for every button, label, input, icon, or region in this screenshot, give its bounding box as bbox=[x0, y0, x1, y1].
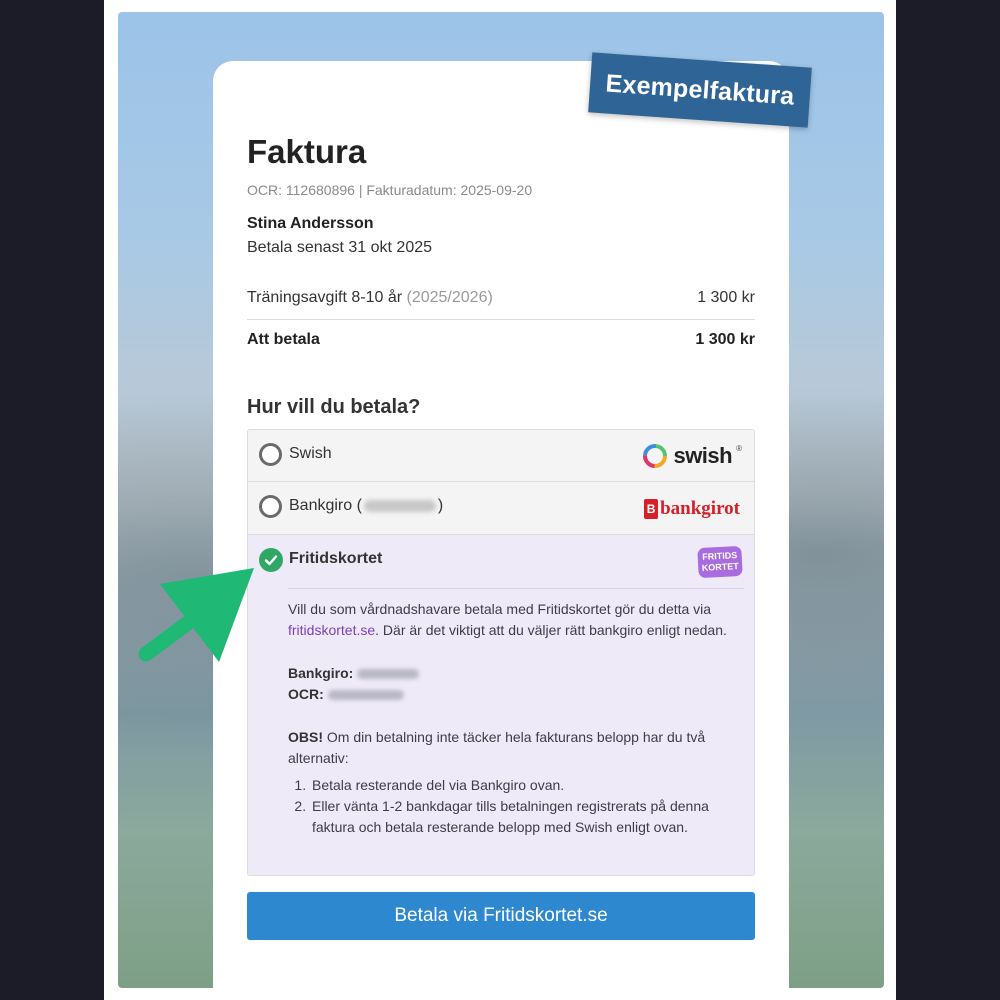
divider bbox=[247, 319, 755, 320]
total-label: Att betala bbox=[247, 331, 320, 348]
line-item-row: Träningsavgift 8-10 år (2025/2026) 1 300… bbox=[247, 289, 755, 307]
option-bankgiro[interactable]: Bankgiro () B bankgirot bbox=[248, 482, 754, 535]
check-icon bbox=[264, 555, 278, 566]
blurred-ocr bbox=[327, 690, 404, 701]
customer-name: Stina Andersson bbox=[247, 215, 374, 232]
swish-icon bbox=[643, 444, 668, 468]
ocr-detail: OCR: bbox=[288, 684, 743, 705]
bankgirot-logo: B bankgirot bbox=[644, 498, 740, 520]
radio-bankgiro[interactable] bbox=[259, 495, 282, 518]
option-bankgiro-label: Bankgiro () bbox=[289, 497, 444, 514]
option-swish[interactable]: Swish swish ® bbox=[248, 430, 754, 482]
fritidskortet-logo: FRITIDS KORTET bbox=[697, 545, 743, 579]
list-item: Eller vänta 1-2 bankdagar tills betalnin… bbox=[310, 796, 743, 838]
bankgirot-logo-text: bankgirot bbox=[660, 498, 740, 519]
option-fritidskortet-label: Fritidskortet bbox=[289, 550, 383, 567]
option-fritidskortet[interactable]: Fritidskortet FRITIDS KORTET Vill du som… bbox=[248, 535, 754, 875]
line-item-label: Träningsavgift 8-10 år (2025/2026) bbox=[247, 289, 493, 306]
arrow-pointing-icon bbox=[138, 568, 254, 662]
invoice-meta: OCR: 112680896 | Fakturadatum: 2025-09-2… bbox=[247, 182, 533, 198]
line-item-season: (2025/2026) bbox=[406, 289, 493, 306]
due-date: Betala senast 31 okt 2025 bbox=[247, 239, 433, 256]
blurred-bankgiro-number bbox=[363, 499, 436, 512]
blurred-bankgiro bbox=[357, 669, 420, 680]
total-row: Att betala 1 300 kr bbox=[247, 331, 755, 349]
swish-logo-text: swish bbox=[673, 443, 733, 468]
swish-logo-mark: ® bbox=[736, 444, 742, 453]
fritidskortet-divider bbox=[288, 588, 744, 589]
line-item-amount: 1 300 kr bbox=[697, 289, 755, 306]
bankgirot-icon: B bbox=[644, 499, 659, 519]
swish-logo: swish ® bbox=[641, 442, 742, 470]
fritidskortet-info: Vill du som vårdnadshavare betala med Fr… bbox=[288, 599, 743, 838]
payment-options: Swish swish ® Bankgiro () B bankgirot Fr… bbox=[247, 429, 755, 876]
obs-note: OBS! Om din betalning inte täcker hela f… bbox=[288, 729, 706, 766]
steps-list: Betala resterande del via Bankgiro ovan.… bbox=[310, 775, 743, 838]
fritidskortet-link[interactable]: fritidskortet.se bbox=[288, 622, 375, 638]
fritidskortet-intro: Vill du som vårdnadshavare betala med Fr… bbox=[288, 601, 727, 638]
radio-swish[interactable] bbox=[259, 443, 282, 466]
payment-heading: Hur vill du betala? bbox=[247, 396, 421, 418]
total-amount: 1 300 kr bbox=[695, 331, 755, 348]
pay-button[interactable]: Betala via Fritidskortet.se bbox=[247, 892, 755, 940]
option-swish-label: Swish bbox=[289, 445, 332, 462]
bankgiro-detail: Bankgiro: bbox=[288, 663, 743, 684]
list-item: Betala resterande del via Bankgiro ovan. bbox=[310, 775, 743, 796]
page-title: Faktura bbox=[247, 133, 367, 170]
